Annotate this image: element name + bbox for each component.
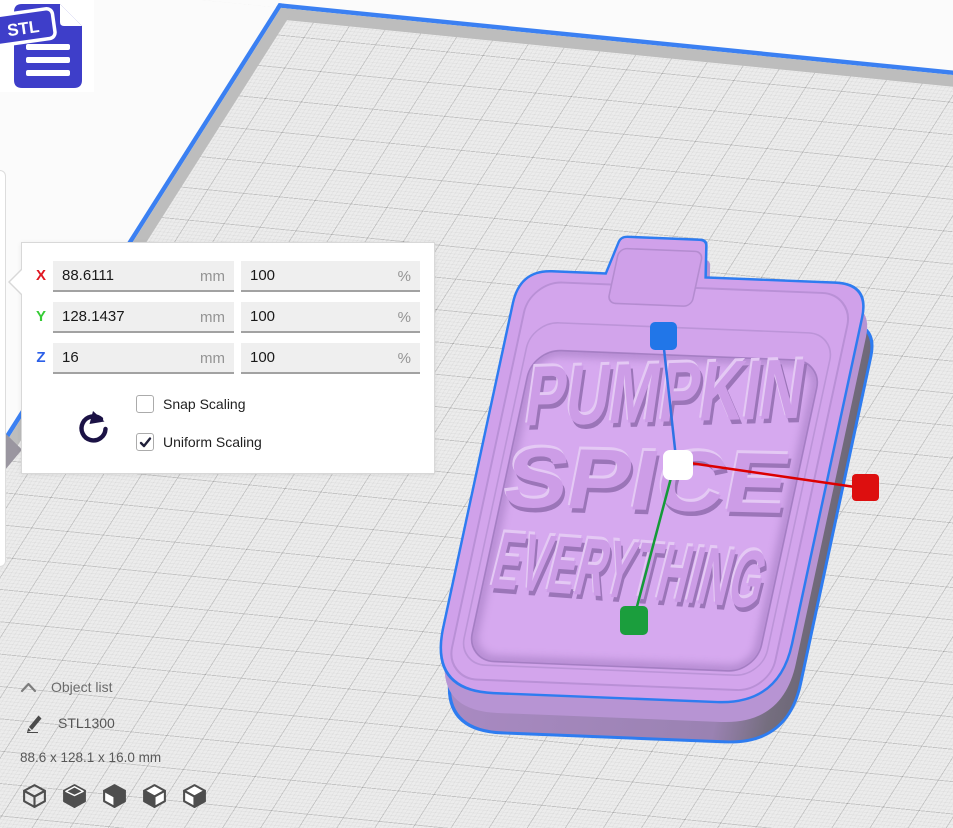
support-mesh-icon[interactable] (61, 782, 88, 809)
scale-row-z: Z mm % (22, 343, 434, 374)
scale-handle-z[interactable] (650, 322, 677, 350)
axis-label-z: Z (31, 349, 51, 366)
axis-label-x: X (31, 267, 51, 284)
scale-row-x: X mm % (22, 261, 434, 292)
anti-overhang-mesh-icon[interactable] (181, 782, 208, 809)
snap-scaling-checkbox[interactable] (136, 395, 154, 413)
snap-scaling-option[interactable]: Snap Scaling (136, 395, 246, 413)
scale-y-mm-input[interactable] (53, 302, 234, 333)
scale-x-mm-input[interactable] (53, 261, 234, 292)
reset-scale-button[interactable] (72, 409, 112, 449)
document-line (26, 70, 70, 76)
scale-x-percent-input[interactable] (241, 261, 420, 292)
scale-handle-center[interactable] (663, 450, 693, 480)
scale-tool-panel: X mm % Y mm % Z mm % Snap Scaling (21, 242, 435, 474)
snap-scaling-label: Snap Scaling (163, 396, 246, 412)
reset-icon (73, 435, 111, 450)
scale-row-y: Y mm % (22, 302, 434, 333)
pencil-icon (24, 713, 44, 733)
uniform-scaling-option[interactable]: Uniform Scaling (136, 433, 262, 451)
checkmark-icon (139, 436, 152, 449)
uniform-scaling-checkbox[interactable] (136, 433, 154, 451)
axis-label-y: Y (31, 308, 51, 325)
scale-z-mm-input[interactable] (53, 343, 234, 374)
scale-z-percent-input[interactable] (241, 343, 420, 374)
object-list-item[interactable]: STL1300 (24, 713, 115, 733)
object-item-name: STL1300 (58, 715, 115, 731)
infill-mesh-icon[interactable] (101, 782, 128, 809)
document-line (26, 44, 70, 50)
cutting-mesh-icon[interactable] (141, 782, 168, 809)
viewport-3d[interactable]: PUMPKIN PUMPKIN PUMPKIN SPICE SPICE SPIC… (0, 0, 953, 828)
normal-mesh-icon[interactable] (21, 782, 48, 809)
scale-handle-x[interactable] (852, 474, 879, 501)
scale-handle-y[interactable] (620, 606, 648, 635)
tool-panel-edge (0, 170, 6, 567)
scale-y-percent-input[interactable] (241, 302, 420, 333)
model-pumpkin-spice-mold[interactable]: PUMPKIN PUMPKIN PUMPKIN SPICE SPICE SPIC… (421, 233, 894, 745)
object-list-header[interactable]: Object list (20, 679, 112, 695)
stl-file-icon[interactable]: STL (0, 0, 94, 92)
chevron-up-icon (20, 682, 37, 693)
stl-badge: STL (0, 8, 56, 46)
document-fold (60, 4, 82, 26)
document-line (26, 57, 70, 63)
uniform-scaling-label: Uniform Scaling (163, 434, 262, 450)
model-tab-pocket (608, 248, 704, 306)
object-dimensions: 88.6 x 128.1 x 16.0 mm (20, 750, 161, 765)
mesh-type-toolbar (21, 782, 208, 809)
object-list-panel: Object list STL1300 88.6 x 128.1 x 16.0 … (0, 670, 260, 828)
object-list-title: Object list (51, 679, 112, 695)
